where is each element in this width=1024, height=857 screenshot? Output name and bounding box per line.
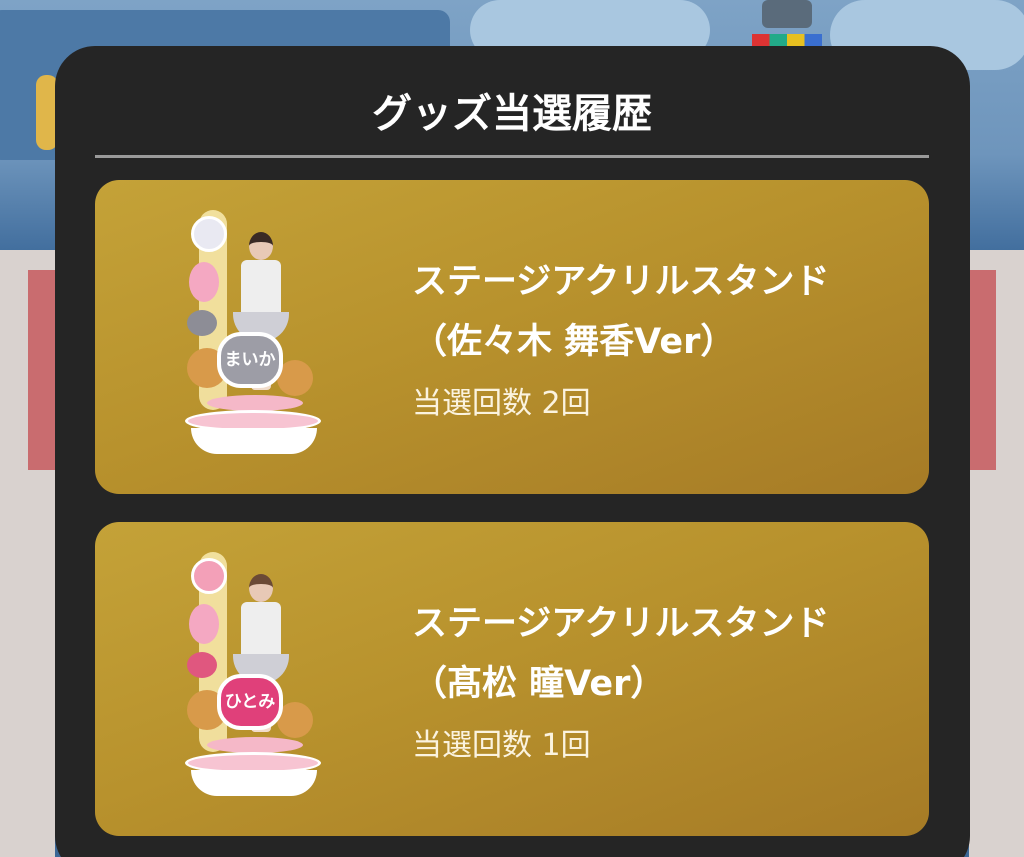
acrylic-stand-image: まいか	[177, 210, 327, 460]
goods-card[interactable]: ひとみ ステージアクリルスタンド （髙松 瞳Ver） 当選回数 1回	[95, 522, 929, 836]
goods-info: ステージアクリルスタンド （佐々木 舞香Ver） 当選回数 2回	[412, 252, 830, 430]
modal-title: グッズ当選履歴	[372, 91, 652, 137]
background-pillar-left-accent	[28, 270, 55, 470]
heart-small-icon	[187, 310, 217, 336]
title-divider	[95, 155, 929, 158]
nameplate-heart: ひとみ	[217, 674, 283, 730]
goods-name-line1: ステージアクリルスタンド	[412, 262, 830, 302]
goods-info: ステージアクリルスタンド （髙松 瞳Ver） 当選回数 1回	[412, 594, 830, 772]
win-count: 当選回数 2回	[412, 386, 591, 421]
heart-small-icon	[187, 652, 217, 678]
win-count: 当選回数 1回	[412, 728, 591, 763]
goods-name-line2: （佐々木 舞香Ver）	[412, 322, 736, 362]
goods-name-line2: （髙松 瞳Ver）	[412, 664, 666, 704]
goods-card[interactable]: まいか ステージアクリルスタンド （佐々木 舞香Ver） 当選回数 2回	[95, 180, 929, 494]
nameplate-heart: まいか	[217, 332, 283, 388]
background-pillar-right-accent	[969, 270, 996, 470]
acrylic-stand-image: ひとみ	[177, 552, 327, 802]
background-toy	[752, 0, 822, 48]
goods-name-line1: ステージアクリルスタンド	[412, 604, 830, 644]
